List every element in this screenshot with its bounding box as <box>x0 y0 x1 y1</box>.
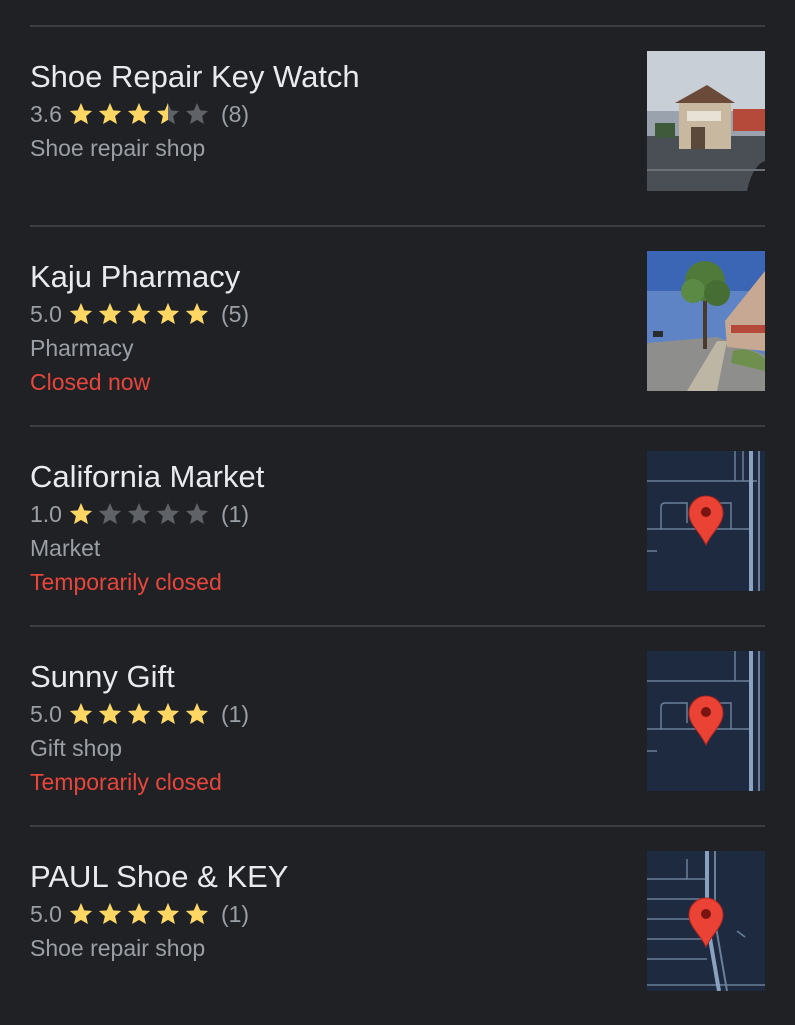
star-full-icon <box>69 302 93 324</box>
place-info: California Market 1.0 (1) Market Tempora… <box>30 457 610 599</box>
star-rating <box>68 701 213 727</box>
place-list-item[interactable]: Kaju Pharmacy 5.0 (5) Pharmacy Closed no… <box>30 225 765 425</box>
star-rating <box>68 101 213 127</box>
rating-value: 1.0 <box>30 500 62 527</box>
rating-row: 3.6 (8) <box>30 97 610 131</box>
star-full-icon <box>69 902 93 924</box>
star-full-icon <box>127 902 151 924</box>
review-count[interactable]: (1) <box>221 701 249 728</box>
place-name[interactable]: California Market <box>30 457 610 497</box>
place-list-item[interactable]: PAUL Shoe & KEY 5.0 (1) Shoe repair shop <box>30 825 765 1025</box>
rating-row: 5.0 (5) <box>30 297 610 331</box>
map-thumbnail[interactable] <box>647 851 765 991</box>
star-full-icon <box>127 302 151 324</box>
star-empty-icon <box>185 102 209 124</box>
place-category: Market <box>30 535 101 561</box>
place-info: Shoe Repair Key Watch 3.6 (8) Shoe repai… <box>30 57 610 165</box>
star-empty-icon <box>156 502 180 524</box>
star-full-icon <box>98 102 122 124</box>
map-with-pin <box>647 451 765 591</box>
place-list: Shoe Repair Key Watch 3.6 (8) Shoe repai… <box>30 25 765 1025</box>
rating-row: 5.0 (1) <box>30 897 610 931</box>
rating-row: 1.0 (1) <box>30 497 610 531</box>
open-status: Temporarily closed <box>30 569 222 595</box>
place-photo-thumbnail[interactable] <box>647 51 765 191</box>
place-list-item[interactable]: California Market 1.0 (1) Market Tempora… <box>30 425 765 625</box>
star-full-icon <box>156 302 180 324</box>
star-full-icon <box>185 702 209 724</box>
star-full-icon <box>185 302 209 324</box>
place-name[interactable]: PAUL Shoe & KEY <box>30 857 610 897</box>
place-info: PAUL Shoe & KEY 5.0 (1) Shoe repair shop <box>30 857 610 965</box>
map-thumbnail[interactable] <box>647 651 765 791</box>
map-thumbnail[interactable] <box>647 451 765 591</box>
place-category: Shoe repair shop <box>30 135 206 161</box>
storefront-photo <box>647 51 765 191</box>
star-full-icon <box>156 702 180 724</box>
star-full-icon <box>98 902 122 924</box>
map-with-pin <box>647 851 765 991</box>
place-info: Kaju Pharmacy 5.0 (5) Pharmacy Closed no… <box>30 257 610 399</box>
star-full-icon <box>98 702 122 724</box>
place-category: Pharmacy <box>30 335 134 361</box>
street-photo <box>647 251 765 391</box>
place-category: Shoe repair shop <box>30 935 206 961</box>
star-rating <box>68 501 213 527</box>
review-count[interactable]: (1) <box>221 901 249 928</box>
place-list-item[interactable]: Shoe Repair Key Watch 3.6 (8) Shoe repai… <box>30 25 765 225</box>
map-with-pin <box>647 651 765 791</box>
review-count[interactable]: (8) <box>221 101 249 128</box>
star-full-icon <box>69 102 93 124</box>
star-full-icon <box>127 702 151 724</box>
rating-value: 5.0 <box>30 900 62 927</box>
star-empty-icon <box>98 502 122 524</box>
place-list-item[interactable]: Sunny Gift 5.0 (1) Gift shop Temporarily… <box>30 625 765 825</box>
star-empty-icon <box>127 502 151 524</box>
place-info: Sunny Gift 5.0 (1) Gift shop Temporarily… <box>30 657 610 799</box>
place-name[interactable]: Shoe Repair Key Watch <box>30 57 610 97</box>
place-name[interactable]: Kaju Pharmacy <box>30 257 610 297</box>
star-rating <box>68 301 213 327</box>
review-count[interactable]: (5) <box>221 301 249 328</box>
place-name[interactable]: Sunny Gift <box>30 657 610 697</box>
place-category: Gift shop <box>30 735 123 761</box>
rating-value: 3.6 <box>30 100 62 127</box>
place-photo-thumbnail[interactable] <box>647 251 765 391</box>
rating-value: 5.0 <box>30 700 62 727</box>
star-full-icon <box>127 102 151 124</box>
star-full-icon <box>156 902 180 924</box>
open-status: Temporarily closed <box>30 769 222 795</box>
star-full-icon <box>185 902 209 924</box>
star-rating <box>68 901 213 927</box>
star-full-icon <box>69 502 93 524</box>
rating-row: 5.0 (1) <box>30 697 610 731</box>
open-status: Closed now <box>30 369 151 395</box>
star-full-icon <box>98 302 122 324</box>
rating-value: 5.0 <box>30 300 62 327</box>
star-empty-icon <box>185 502 209 524</box>
star-full-icon <box>69 702 93 724</box>
review-count[interactable]: (1) <box>221 501 249 528</box>
star-half-icon <box>156 102 180 124</box>
